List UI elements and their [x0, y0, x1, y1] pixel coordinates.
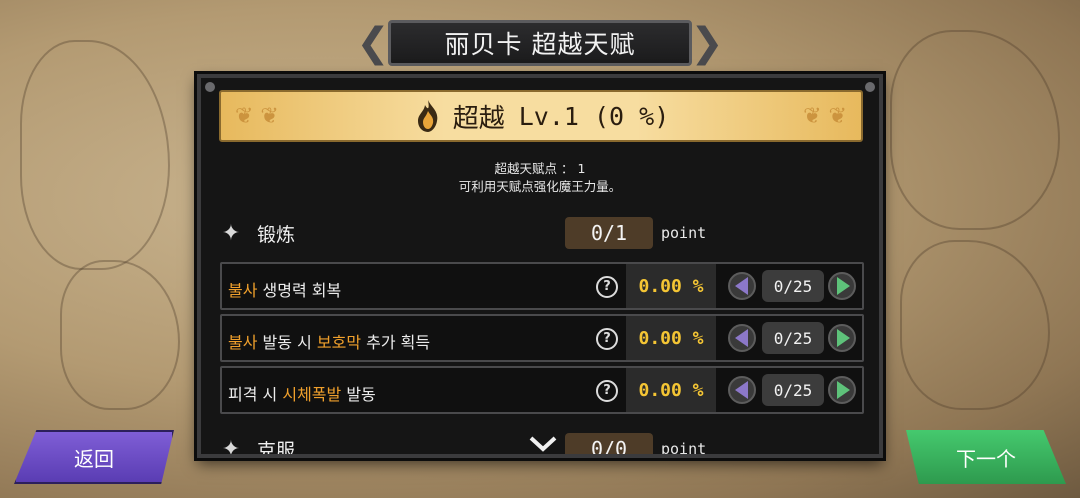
help-icon[interactable]: ? [596, 380, 618, 402]
rivet [205, 82, 215, 92]
skill-name-part: 보호막 [316, 333, 362, 352]
title-ornament-right: ❯ [690, 20, 724, 66]
talent-panel: ❦ ❦ 超越 Lv.1 (0 %) ❦ ❦ 超越天赋点 ： 1 可利用天赋点强化… [197, 74, 883, 458]
decrease-button[interactable] [728, 324, 756, 352]
category-name: 锻炼 [257, 223, 296, 246]
page-title: 丽贝卡 超越天赋 [388, 20, 692, 66]
skill-name-part: 시체폭발 [282, 385, 342, 404]
increase-button[interactable] [828, 272, 856, 300]
sparkle-icon: ✦ [221, 436, 241, 458]
category-unit: point [661, 440, 707, 458]
skill-name-part: 발동 시 [257, 333, 317, 352]
decrease-button[interactable] [728, 376, 756, 404]
level-banner: ❦ ❦ 超越 Lv.1 (0 %) ❦ ❦ [219, 90, 863, 142]
skill-row: 불사 생명력 회복 ? 0.00 % 0/25 [220, 262, 864, 310]
decrease-button[interactable] [728, 272, 756, 300]
banner-ornament-right: ❦ ❦ [803, 104, 847, 129]
arrow-left-icon [734, 277, 748, 295]
skill-value: 0.00 % [626, 368, 716, 412]
skill-name: 불사 발동 시 보호막 추가 획득 [228, 329, 430, 353]
arrow-right-icon [836, 381, 850, 399]
increase-button[interactable] [828, 376, 856, 404]
flame-icon [417, 100, 438, 132]
sparkle-icon: ✦ [221, 220, 241, 246]
map-decoration [900, 240, 1050, 410]
skill-count: 0/25 [762, 322, 824, 354]
skill-count: 0/25 [762, 374, 824, 406]
talent-description: 可利用天赋点强化魔王力量。 [458, 179, 622, 194]
help-icon[interactable]: ? [596, 276, 618, 298]
title-ornament-left: ❮ [356, 20, 390, 66]
skill-value: 0.00 % [626, 316, 716, 360]
next-button[interactable]: 下一个 [906, 430, 1066, 484]
category-points: 0/0 [565, 433, 653, 454]
arrow-right-icon [836, 329, 850, 347]
skill-row: 불사 발동 시 보호막 추가 획득 ? 0.00 % 0/25 [220, 314, 864, 362]
arrow-left-icon [734, 329, 748, 347]
skill-name-part: 발동 [341, 385, 376, 404]
skill-name-part: 피격 시 [228, 385, 283, 404]
skill-name-part: 생명력 회복 [257, 281, 342, 300]
category-unit: point [661, 224, 707, 242]
rivet [865, 82, 875, 92]
banner-level: Lv.1 (0 %) [518, 101, 670, 131]
page-title-text: 丽贝卡 超越天赋 [444, 30, 636, 59]
help-icon[interactable]: ? [596, 328, 618, 350]
map-decoration [890, 30, 1060, 230]
talent-point-info: 超越天赋点 ： 1 [494, 161, 586, 176]
banner-label: 超越 [452, 103, 505, 134]
chevron-down-icon[interactable] [528, 434, 558, 454]
skill-name: 피격 시 시체폭발 발동 [228, 381, 376, 405]
banner-ornament-left: ❦ ❦ [235, 104, 279, 129]
skill-count: 0/25 [762, 270, 824, 302]
arrow-left-icon [734, 381, 748, 399]
increase-button[interactable] [828, 324, 856, 352]
next-button-label: 下一个 [956, 446, 1016, 471]
category-header-training: ✦ 锻炼 0/1 point [219, 216, 863, 250]
skill-name-part: 불사 [228, 281, 258, 300]
category-name: 克服 [257, 439, 296, 458]
skill-name-part: 추가 획득 [361, 333, 431, 352]
map-decoration [20, 40, 170, 270]
back-button[interactable]: 返回 [14, 430, 174, 484]
arrow-right-icon [836, 277, 850, 295]
skill-name: 불사 생명력 회복 [228, 277, 341, 301]
skill-row: 피격 시 시체폭발 발동 ? 0.00 % 0/25 [220, 366, 864, 414]
back-button-label: 返回 [74, 446, 114, 471]
skill-name-part: 불사 [228, 333, 258, 352]
category-points: 0/1 [565, 217, 653, 249]
skill-value: 0.00 % [626, 264, 716, 308]
map-decoration [60, 260, 180, 410]
